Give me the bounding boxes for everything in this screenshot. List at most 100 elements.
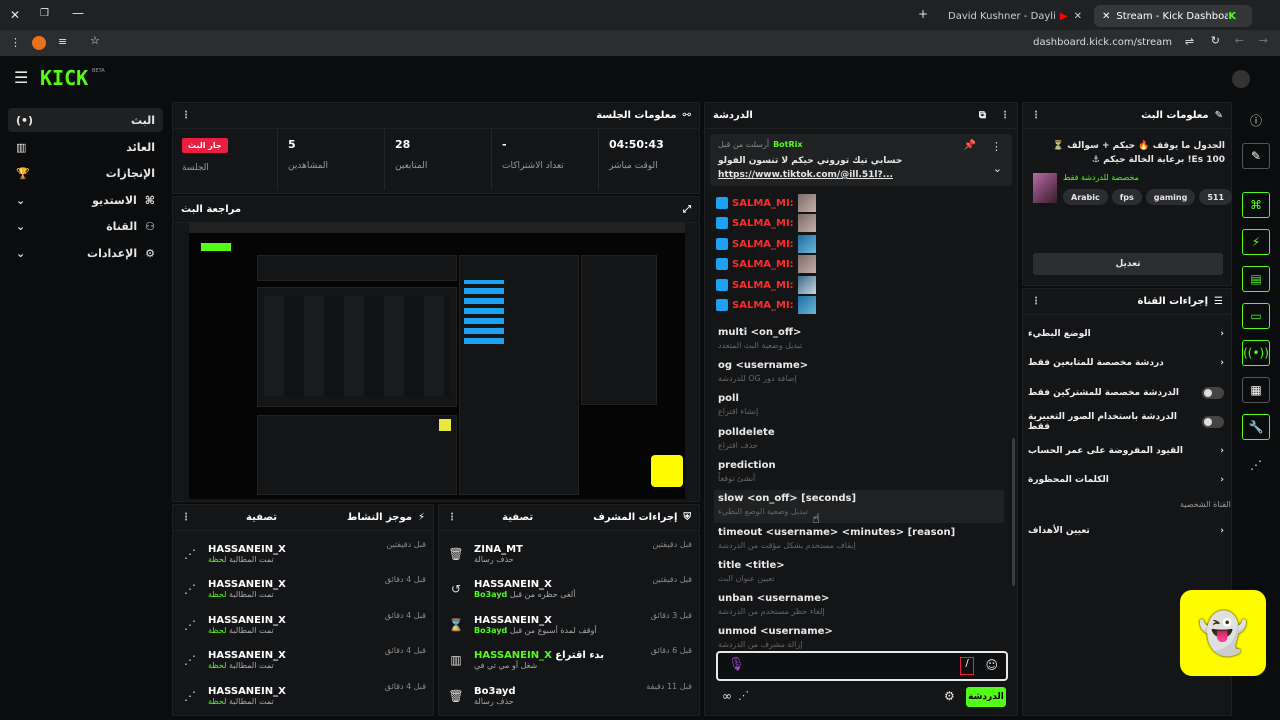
document-icon[interactable]: ▤ [1242,266,1270,292]
extension-icon[interactable] [32,36,46,50]
command-item[interactable]: poll إنشاء اقتراع [718,390,1008,423]
close-tab-icon[interactable]: ✕ [1102,11,1110,22]
chat-bubble-icon[interactable]: ▭ [1242,303,1270,329]
chat-username[interactable]: SALMA_MI: [732,280,794,291]
more-options-icon[interactable]: ⋮ [1031,296,1041,307]
command-item[interactable]: prediction أنشئ توقعاً [718,457,1008,490]
kick-logo[interactable]: KICK [40,66,88,90]
more-options-icon[interactable]: ⋮ [991,140,1002,153]
snapchat-code: 👻 [1180,590,1266,676]
playlist-icon[interactable]: ≡ [58,35,67,48]
chevron-down-icon[interactable]: ⌄ [993,162,1002,175]
pin-icon[interactable]: 📌 [964,140,976,151]
new-tab-icon[interactable]: + [918,7,928,21]
command-item[interactable]: og <username> للدردشة OG إضافة دور [718,357,1008,390]
more-options-icon[interactable]: ⋮ [1000,110,1010,121]
sidebar-item-label: العائد [126,140,155,154]
chat-username[interactable]: SALMA_MI: [732,218,794,229]
scrollbar[interactable] [1012,438,1015,586]
channel-action-banned-words[interactable]: الكلمات المحظورة › [1028,466,1224,494]
chat-username[interactable]: SALMA_MI: [732,259,794,270]
chat-username[interactable]: SALMA_MI: [732,198,794,209]
reload-icon[interactable]: ↻ [1211,34,1220,47]
filter-button[interactable]: تصفية [246,512,277,523]
bolt-icon[interactable]: ⚡ [1242,229,1270,255]
close-tab-icon[interactable]: ✕ [1074,11,1082,22]
close-window-icon[interactable]: ✕ [10,8,20,22]
chat-username[interactable]: SALMA_MI: [732,239,794,250]
tag[interactable]: Arabic [1063,189,1108,205]
command-item[interactable]: unban <username> إلغاء حظر مستخدم من الدر… [718,590,1008,623]
avatar[interactable] [1232,70,1250,88]
category-name[interactable]: مخصصة للدردشة فقط [1063,173,1139,182]
hamburger-menu-icon[interactable]: ☰ [14,68,28,87]
sidebar-item-settings[interactable]: ⌄ الإعدادات ⚙ [8,241,163,265]
username: Bo3ayd [474,686,516,697]
sidebar-item-achievements[interactable]: 🏆 الإنجازات [8,161,163,185]
command-item[interactable]: polldelete حذف اقتراع [718,424,1008,457]
activity-reward: لحظة [208,697,227,706]
bookmark-star-icon[interactable]: ☆ [90,34,100,47]
wrench-icon[interactable]: 🔧 [1242,414,1270,440]
send-chat-button[interactable]: الدردشة [966,687,1006,707]
chat-username[interactable]: SALMA_MI: [732,300,794,311]
chat-message: SALMA_MI: [716,194,816,212]
sidebar-item-stream[interactable]: (•) البث [8,108,163,132]
filter-button[interactable]: تصفية [502,512,533,523]
more-options-icon[interactable]: ⋮ [181,110,191,121]
tab-youtube[interactable]: David Kushner - Daylight (Lyric ▶ ✕ [940,5,1090,27]
share-icon[interactable]: ⋰ [738,689,749,702]
pinned-link[interactable]: https://www.tiktok.com/@ill.51l?... [718,170,893,180]
chevron-down-icon: ⌄ [16,219,26,233]
studio-icon[interactable]: ⌘ [1242,192,1270,218]
popout-icon[interactable]: ⧉ [979,110,986,121]
sidebar-item-studio[interactable]: ⌄ الاستديو ⌘ [8,188,163,212]
toggle-switch[interactable] [1202,387,1224,399]
forward-icon[interactable]: → [1259,34,1268,47]
emote-image [797,214,816,232]
microphone-icon[interactable]: 🎙 [728,657,745,672]
expand-icon[interactable]: ⤢ [683,204,691,215]
channel-action-slow-mode[interactable]: الوضع البطيء › [1028,320,1224,348]
share-icon[interactable]: ⋰ [1250,458,1262,472]
command-item[interactable]: multi <on_off> تبديل وضعية البث المتعدد [718,324,1008,357]
edit-icon[interactable]: ✎ [1242,143,1270,169]
info-icon[interactable]: ⓘ [1250,112,1262,129]
command-desc: تعيين عنوان البث [718,574,775,583]
channel-action-account-age[interactable]: القيود المفروضة على عمر الحساب › [1028,437,1224,465]
stream-preview-video[interactable] [189,223,685,499]
back-icon[interactable]: ← [1235,34,1244,47]
stream-info-panel: ⋮ معلومات البث ✎ الجدول ما يوقف 🔥 حيكم + … [1022,102,1233,286]
tag[interactable]: gaming [1145,189,1196,205]
more-options-icon[interactable]: ⋮ [447,512,457,523]
gear-icon[interactable]: ⚙ [944,689,955,703]
channel-action-goals[interactable]: تعيين الأهداف › [1028,517,1224,545]
sidebar-item-channel[interactable]: ⌄ القناة ⚇ [8,214,163,238]
username: HASSANEIN_X [208,615,286,626]
broadcast-icon[interactable]: ((•)) [1242,340,1270,366]
edit-button[interactable]: تعديل [1033,253,1223,275]
tag[interactable]: 511 [1199,189,1233,205]
url-field[interactable]: dashboard.kick.com/stream [1033,37,1172,48]
emoji-icon[interactable]: ☺ [985,658,998,672]
sidebar-item-revenue[interactable]: ▥ العائد [8,135,163,159]
toggle-switch[interactable] [1202,416,1224,428]
channel-action-followers-only[interactable]: دردشة مخصصة للمتابعين فقط › [1028,349,1224,377]
restore-window-icon[interactable]: ❐ [40,8,49,19]
chat-input[interactable]: 🎙 / ☺ [716,651,1008,681]
more-options-icon[interactable]: ⋮ [181,512,191,523]
menu-kebab-icon[interactable]: ⋮ [10,36,21,49]
command-item-hovered[interactable]: slow <on_off> [seconds] تبديل وضعية الوضع… [714,490,1004,523]
preview-feeds [257,415,457,495]
tab-kick-dashboard[interactable]: ✕ Stream - Kick Dashboard K [1094,5,1252,27]
action-desc: أوقف لمدة أسبوع من قبل [509,626,597,635]
layout-icon[interactable]: ▦ [1242,377,1270,403]
more-options-icon[interactable]: ⋮ [1031,110,1041,121]
command-item[interactable]: unmod <username> إزالة مشرف من الدردشة [718,623,1008,649]
command-item[interactable]: title <title> تعيين عنوان البث [718,557,1008,590]
infinity-icon[interactable]: ∞ [722,689,732,703]
site-settings-icon[interactable]: ⇌ [1185,35,1194,48]
tag[interactable]: fps [1111,189,1142,205]
minimize-window-icon[interactable]: — [72,6,84,20]
command-item[interactable]: timeout <username> <minutes> [reason] إيق… [718,524,1008,557]
